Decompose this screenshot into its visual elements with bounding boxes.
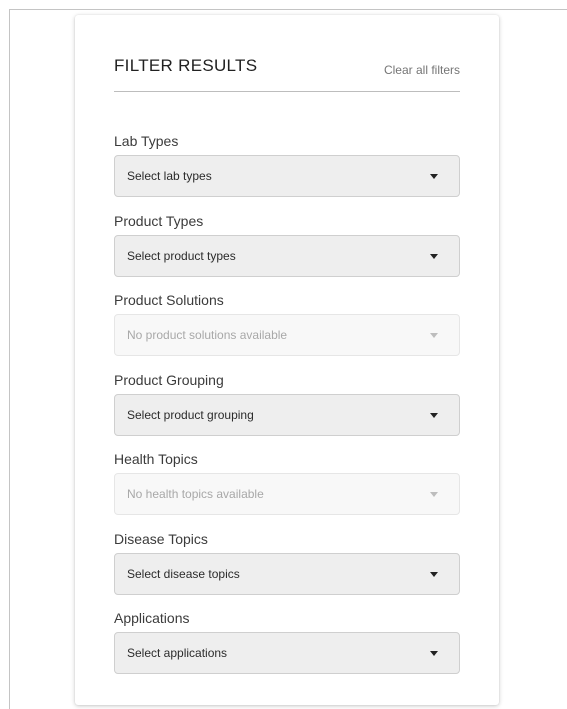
filter-header: FILTER RESULTS Clear all filters [114, 15, 460, 92]
disease-topics-select[interactable]: Select disease topics [114, 552, 460, 595]
select-value: Select product types [127, 248, 236, 263]
select-value: No product solutions available [127, 328, 288, 342]
lab-types-select[interactable]: Select lab types [114, 155, 460, 197]
applications-select[interactable]: Select applications [114, 632, 460, 674]
filter-group-product-solutions: Product Solutions No product solutions a… [114, 292, 460, 372]
product-grouping-select[interactable]: Select product grouping [114, 393, 460, 436]
clear-all-filters-link[interactable]: Clear all filters [384, 63, 460, 77]
product-solutions-select: No product solutions available [114, 314, 460, 356]
filter-group-lab-types: Lab Types Select lab types [114, 133, 460, 213]
filter-label: Disease Topics [114, 530, 208, 547]
caret-down-icon [430, 492, 438, 497]
filter-group-health-topics: Health Topics No health topics available [114, 451, 460, 531]
filter-label: Product Grouping [114, 371, 224, 388]
select-value: Select applications [127, 646, 228, 660]
filter-label: Health Topics [114, 451, 198, 467]
caret-down-icon [430, 174, 438, 179]
filter-group-product-types: Product Types Select product types [114, 213, 460, 293]
caret-down-icon [430, 412, 438, 418]
caret-down-icon [430, 651, 438, 656]
filter-title: FILTER RESULTS [114, 56, 258, 75]
select-value: Select disease topics [127, 566, 240, 581]
select-value: Select product grouping [127, 407, 254, 422]
select-value: Select lab types [127, 169, 212, 183]
caret-down-icon [430, 253, 438, 259]
filter-label: Lab Types [114, 133, 179, 149]
filter-panel: FILTER RESULTS Clear all filters Lab Typ… [75, 15, 499, 705]
filter-group-disease-topics: Disease Topics Select disease topics [114, 531, 460, 611]
caret-down-icon [430, 333, 438, 338]
filter-group-product-grouping: Product Grouping Select product grouping [114, 372, 460, 452]
health-topics-select: No health topics available [114, 473, 460, 515]
filter-group-applications: Applications Select applications [114, 610, 460, 690]
caret-down-icon [430, 571, 438, 577]
product-types-select[interactable]: Select product types [114, 234, 460, 277]
filter-label: Product Types [114, 212, 204, 229]
filter-label: Applications [114, 610, 190, 626]
select-value: No health topics available [127, 487, 264, 501]
filter-label: Product Solutions [114, 292, 224, 308]
filter-list: Lab Types Select lab types Product Types… [114, 133, 460, 690]
